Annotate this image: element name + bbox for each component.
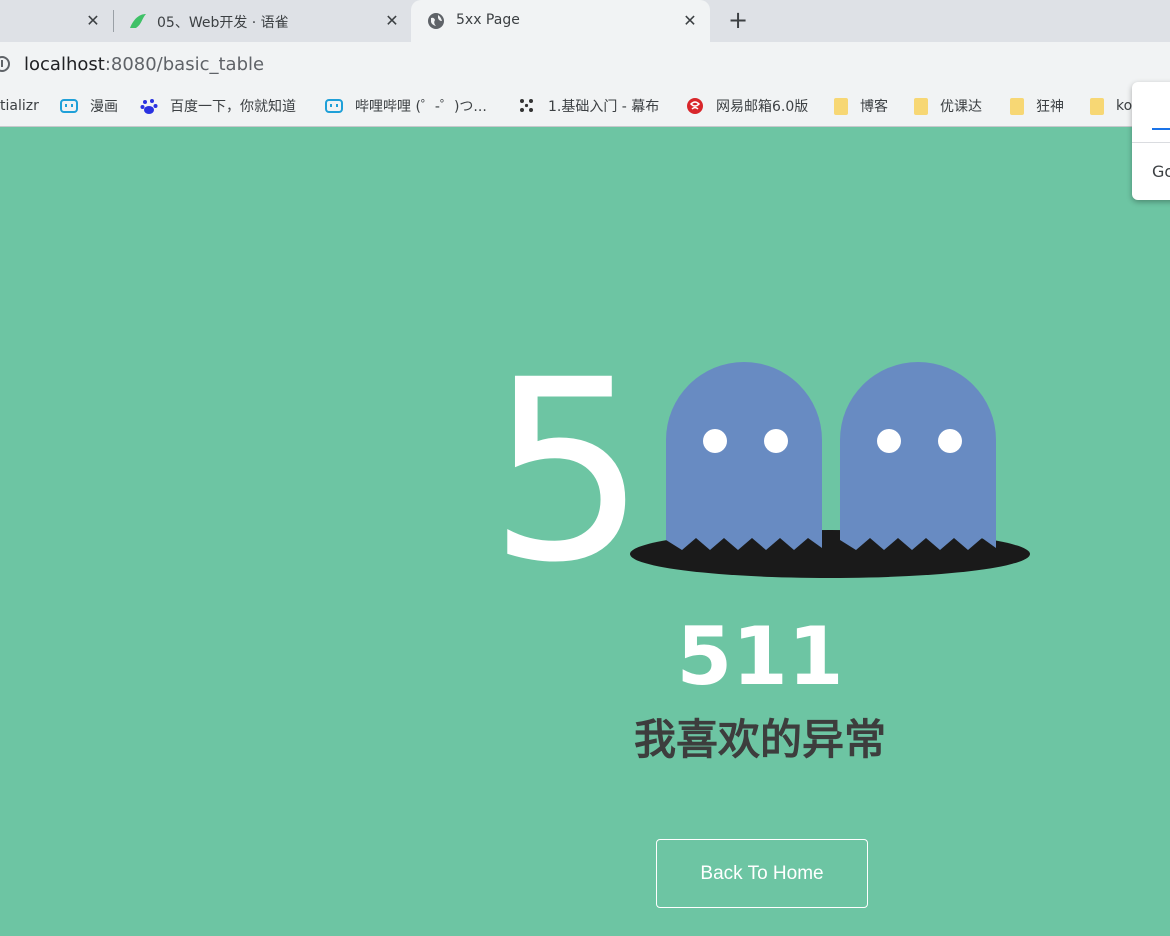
- bookmark-label: 哔哩哔哩 (゜-゜)つ...: [355, 99, 487, 115]
- folder-icon: [914, 97, 928, 115]
- url-path: :8080/basic_table: [104, 53, 265, 75]
- url-text[interactable]: localhost:8080/basic_table: [24, 54, 264, 75]
- bookmark-baidu[interactable]: 百度一下，你就知道: [140, 86, 296, 126]
- site-info-icon[interactable]: [0, 56, 10, 72]
- ghost-right: [840, 362, 996, 550]
- bookmark-folder-ko[interactable]: ko: [1090, 86, 1132, 126]
- tab-strip: ✕ 05、Web开发 · 语雀 ✕ 5xx Page ✕ +: [0, 0, 1170, 42]
- bookmark-folder-youkeda[interactable]: 优课达: [914, 86, 982, 126]
- tab-1[interactable]: ✕: [0, 0, 112, 42]
- back-to-home-button[interactable]: Back To Home: [656, 839, 868, 908]
- popup-divider: [1132, 142, 1170, 143]
- tab-title: 05、Web开发 · 语雀: [157, 15, 289, 31]
- ghost-body: [666, 362, 822, 550]
- folder-icon: [1010, 97, 1024, 115]
- tab-yuque[interactable]: 05、Web开发 · 语雀 ✕: [116, 0, 408, 42]
- bilibili-icon: [325, 99, 343, 113]
- ghost-eye: [703, 429, 727, 453]
- error-illustration: 5: [488, 330, 1030, 590]
- bookmark-folder-blog[interactable]: 博客: [834, 86, 888, 126]
- bookmark-label: 1.基础入门 - 幕布: [548, 99, 660, 115]
- bookmark-label: tializr: [0, 98, 39, 114]
- yuque-bird-icon: [130, 14, 146, 28]
- tab-5xx-page[interactable]: 5xx Page ✕: [411, 0, 710, 42]
- bookmark-label: 漫画: [90, 99, 118, 115]
- dropdown-popup: Go: [1132, 82, 1170, 200]
- bookmark-label: ko: [1116, 98, 1133, 114]
- ghost-left: [666, 362, 822, 550]
- bookmark-label: 百度一下，你就知道: [170, 99, 296, 115]
- bookmark-label: 优课达: [940, 99, 982, 115]
- new-tab-icon[interactable]: +: [727, 8, 749, 32]
- ghost-body: [840, 362, 996, 550]
- bookmark-mubu[interactable]: 1.基础入门 - 幕布: [518, 86, 659, 126]
- popup-text[interactable]: Go: [1152, 162, 1170, 181]
- tab-separator: [113, 10, 114, 32]
- bookmark-manhua[interactable]: 漫画: [60, 86, 118, 126]
- bookmarks-bar: tializr 漫画 百度一下，你就知道 哔哩哔哩 (゜-゜)つ... 1.基础…: [0, 86, 1170, 127]
- bookmark-label: 网易邮箱6.0版: [716, 99, 809, 115]
- globe-icon: [428, 13, 444, 29]
- ghost-eye: [938, 429, 962, 453]
- bookmark-initializr[interactable]: tializr: [0, 86, 39, 126]
- close-tab-icon[interactable]: ✕: [83, 11, 103, 31]
- bookmark-bilibili[interactable]: 哔哩哔哩 (゜-゜)つ...: [325, 86, 487, 126]
- error-message: 我喜欢的异常: [633, 715, 886, 764]
- url-host: localhost: [24, 53, 105, 75]
- mubu-icon: [520, 99, 533, 112]
- ghost-eye: [877, 429, 901, 453]
- close-tab-icon[interactable]: ✕: [680, 11, 700, 31]
- bookmark-netease-mail[interactable]: 网易邮箱6.0版: [686, 86, 808, 126]
- folder-icon: [834, 97, 848, 115]
- close-tab-icon[interactable]: ✕: [382, 11, 402, 31]
- error-code: 511: [676, 610, 844, 703]
- netease-icon: [687, 98, 703, 114]
- toolbar: localhost:8080/basic_table: [0, 42, 1170, 86]
- ghost-eye: [764, 429, 788, 453]
- folder-icon: [1090, 97, 1104, 115]
- baidu-icon: [140, 99, 158, 114]
- bilibili-icon: [60, 99, 78, 113]
- bookmark-label: 狂神: [1036, 99, 1064, 115]
- tab-title: 5xx Page: [456, 12, 520, 28]
- big-digit: 5: [488, 330, 647, 590]
- bookmark-label: 博客: [860, 99, 888, 115]
- input-underline: [1152, 128, 1170, 130]
- address-bar[interactable]: localhost:8080/basic_table: [0, 46, 1170, 82]
- bookmark-folder-kuangshen[interactable]: 狂神: [1010, 86, 1064, 126]
